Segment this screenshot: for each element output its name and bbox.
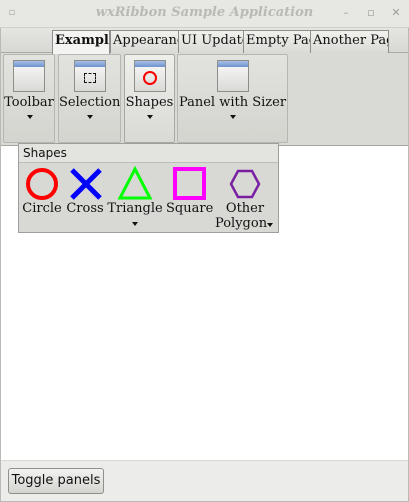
cross-icon [70,168,102,200]
chevron-down-icon [27,115,33,119]
shapes-popup-panel: Shapes Circle Cross Triangle Square Othe… [18,143,279,233]
sizer-panel-label: Panel with Sizer [178,95,287,110]
tab-appearance[interactable]: Appearance [110,30,179,53]
triangle-icon [117,166,153,200]
tab-ui-updated[interactable]: UI Updated [178,30,244,53]
marquee-icon [84,73,96,83]
chevron-down-icon [230,115,236,119]
circle-icon [143,71,157,85]
close-icon[interactable]: ✕ [389,6,403,20]
selection-panel-label: Selection [59,95,121,110]
sizer-panel-icon [217,60,249,92]
minimize-icon[interactable]: – [339,6,353,20]
bottom-bar: Toggle panels [1,460,408,501]
ribbon-tab-bar: Examples Appearance UI Updated Empty Pag… [1,28,408,54]
panel-toolbar[interactable]: Toolbar [3,54,55,143]
panel-shapes[interactable]: Shapes [124,54,175,143]
tab-another-page[interactable]: Another Page [310,30,389,53]
panel-with-sizer[interactable]: Panel with Sizer [177,54,288,143]
circle-button[interactable]: Circle [22,164,62,232]
triangle-label: Triangle [107,201,163,216]
chevron-down-icon [267,223,273,227]
shapes-panel-icon [134,60,166,92]
toolbar-panel-label: Toolbar [4,95,54,110]
cross-label: Cross [66,201,104,216]
chevron-down-icon [87,115,93,119]
shapes-panel-label: Shapes [125,95,174,110]
tab-examples[interactable]: Examples [52,30,110,54]
panel-selection[interactable]: Selection [58,54,121,143]
maximize-icon[interactable]: ▫ [364,6,378,20]
square-button[interactable]: Square [166,164,214,232]
chevron-down-icon [147,115,153,119]
selection-panel-icon [74,60,106,92]
other-polygon-button[interactable]: Other Polygon [215,164,275,232]
triangle-button[interactable]: Triangle [107,164,163,232]
other-polygon-label-line1: Other [225,201,265,216]
title-bar[interactable]: ▫ wxRibbon Sample Application – ▫ ✕ [0,0,409,28]
toolbar-panel-icon [13,60,45,92]
square-label: Square [166,201,214,216]
cross-button[interactable]: Cross [65,164,105,232]
chevron-down-icon [132,222,138,226]
circle-label: Circle [22,201,62,216]
hexagon-icon [229,169,261,199]
ribbon-panel-area: Toolbar Selection Shapes Panel with Size… [1,53,408,146]
square-icon [173,167,206,200]
circle-icon [26,168,58,200]
other-polygon-label-line2: Polygon [215,216,268,231]
toggle-panels-button[interactable]: Toggle panels [8,468,104,494]
shapes-popup-title: Shapes [19,144,278,163]
tab-empty-page[interactable]: Empty Page [243,30,311,53]
